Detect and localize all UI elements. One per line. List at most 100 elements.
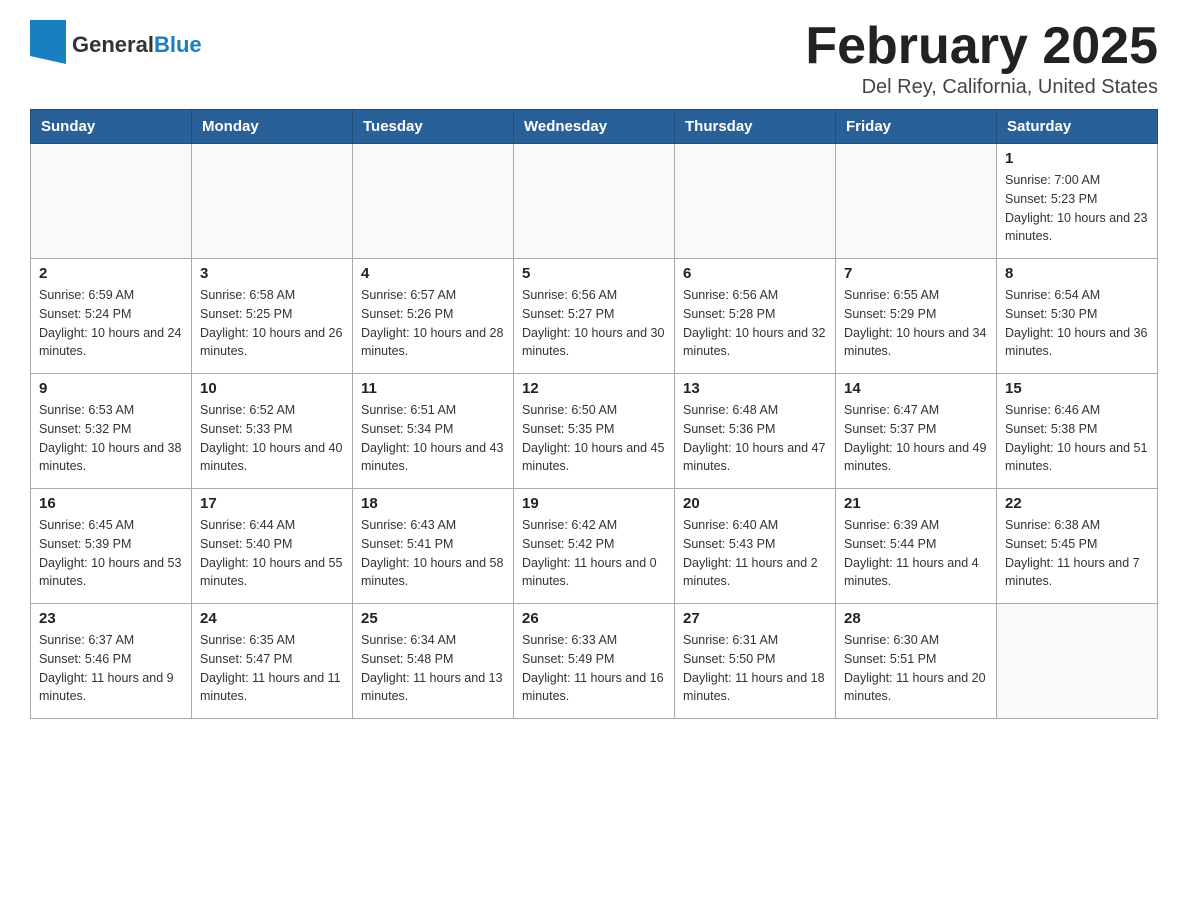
day-info: Sunrise: 6:48 AMSunset: 5:36 PMDaylight:… — [683, 401, 827, 476]
day-number: 27 — [683, 610, 827, 627]
week-row: 16Sunrise: 6:45 AMSunset: 5:39 PMDayligh… — [31, 489, 1158, 604]
day-info: Sunrise: 6:44 AMSunset: 5:40 PMDaylight:… — [200, 516, 344, 591]
calendar-cell: 26 Sunrise: 6:33 AMSunset: 5:49 PMDayligh… — [514, 604, 675, 719]
day-number: 4 — [361, 265, 505, 282]
calendar-cell: 13 Sunrise: 6:48 AMSunset: 5:36 PMDayligh… — [675, 374, 836, 489]
day-number: 22 — [1005, 495, 1149, 512]
calendar-cell: 20Sunrise: 6:40 AMSunset: 5:43 PMDayligh… — [675, 489, 836, 604]
day-info: Sunrise: 6:54 AMSunset: 5:30 PMDaylight:… — [1005, 286, 1149, 361]
day-info: Sunrise: 6:56 AMSunset: 5:28 PMDaylight:… — [683, 286, 827, 361]
calendar-cell: 24 Sunrise: 6:35 AMSunset: 5:47 PMDayligh… — [192, 604, 353, 719]
calendar-cell — [353, 144, 514, 259]
calendar-cell: 8 Sunrise: 6:54 AMSunset: 5:30 PMDaylight… — [997, 259, 1158, 374]
day-info: Sunrise: 6:42 AMSunset: 5:42 PMDaylight:… — [522, 516, 666, 591]
day-number: 26 — [522, 610, 666, 627]
calendar-cell: 27 Sunrise: 6:31 AMSunset: 5:50 PMDayligh… — [675, 604, 836, 719]
day-number: 3 — [200, 265, 344, 282]
day-info: Sunrise: 6:59 AMSunset: 5:24 PMDaylight:… — [39, 286, 183, 361]
calendar-cell: 7 Sunrise: 6:55 AMSunset: 5:29 PMDaylight… — [836, 259, 997, 374]
calendar-cell: 23 Sunrise: 6:37 AMSunset: 5:46 PMDayligh… — [31, 604, 192, 719]
day-info: Sunrise: 6:30 AMSunset: 5:51 PMDaylight:… — [844, 631, 988, 706]
calendar-cell: 1 Sunrise: 7:00 AMSunset: 5:23 PMDaylight… — [997, 144, 1158, 259]
logo-icon — [30, 20, 66, 69]
calendar-cell: 5 Sunrise: 6:56 AMSunset: 5:27 PMDaylight… — [514, 259, 675, 374]
day-of-week-header: Thursday — [675, 110, 836, 144]
day-number: 12 — [522, 380, 666, 397]
day-number: 7 — [844, 265, 988, 282]
calendar-cell: 28 Sunrise: 6:30 AMSunset: 5:51 PMDayligh… — [836, 604, 997, 719]
day-info: Sunrise: 6:56 AMSunset: 5:27 PMDaylight:… — [522, 286, 666, 361]
day-number: 21 — [844, 495, 988, 512]
calendar-cell — [997, 604, 1158, 719]
day-number: 18 — [361, 495, 505, 512]
day-info: Sunrise: 6:52 AMSunset: 5:33 PMDaylight:… — [200, 401, 344, 476]
day-info: Sunrise: 7:00 AMSunset: 5:23 PMDaylight:… — [1005, 171, 1149, 246]
logo-text: GeneralBlue — [72, 32, 202, 58]
calendar-cell: 14 Sunrise: 6:47 AMSunset: 5:37 PMDayligh… — [836, 374, 997, 489]
calendar-cell — [514, 144, 675, 259]
day-number: 1 — [1005, 150, 1149, 167]
day-info: Sunrise: 6:47 AMSunset: 5:37 PMDaylight:… — [844, 401, 988, 476]
day-number: 5 — [522, 265, 666, 282]
day-info: Sunrise: 6:55 AMSunset: 5:29 PMDaylight:… — [844, 286, 988, 361]
calendar-cell: 12Sunrise: 6:50 AMSunset: 5:35 PMDayligh… — [514, 374, 675, 489]
calendar-cell — [31, 144, 192, 259]
logo-general: General — [72, 32, 154, 57]
location-subtitle: Del Rey, California, United States — [805, 76, 1158, 99]
title-block: February 2025 Del Rey, California, Unite… — [805, 20, 1158, 99]
day-number: 19 — [522, 495, 666, 512]
day-number: 13 — [683, 380, 827, 397]
day-info: Sunrise: 6:35 AMSunset: 5:47 PMDaylight:… — [200, 631, 344, 706]
calendar-cell: 11Sunrise: 6:51 AMSunset: 5:34 PMDayligh… — [353, 374, 514, 489]
calendar-cell: 10 Sunrise: 6:52 AMSunset: 5:33 PMDayligh… — [192, 374, 353, 489]
day-number: 28 — [844, 610, 988, 627]
calendar-cell: 25 Sunrise: 6:34 AMSunset: 5:48 PMDayligh… — [353, 604, 514, 719]
day-info: Sunrise: 6:57 AMSunset: 5:26 PMDaylight:… — [361, 286, 505, 361]
calendar-header-row: SundayMondayTuesdayWednesdayThursdayFrid… — [31, 110, 1158, 144]
day-of-week-header: Tuesday — [353, 110, 514, 144]
calendar-cell: 16Sunrise: 6:45 AMSunset: 5:39 PMDayligh… — [31, 489, 192, 604]
day-of-week-header: Saturday — [997, 110, 1158, 144]
logo-blue: Blue — [154, 32, 202, 57]
day-info: Sunrise: 6:53 AMSunset: 5:32 PMDaylight:… — [39, 401, 183, 476]
day-number: 15 — [1005, 380, 1149, 397]
week-row: 9 Sunrise: 6:53 AMSunset: 5:32 PMDaylight… — [31, 374, 1158, 489]
day-of-week-header: Friday — [836, 110, 997, 144]
day-number: 11 — [361, 380, 505, 397]
day-number: 25 — [361, 610, 505, 627]
week-row: 1 Sunrise: 7:00 AMSunset: 5:23 PMDaylight… — [31, 144, 1158, 259]
day-number: 17 — [200, 495, 344, 512]
day-number: 14 — [844, 380, 988, 397]
calendar-cell: 2 Sunrise: 6:59 AMSunset: 5:24 PMDaylight… — [31, 259, 192, 374]
calendar-cell: 22 Sunrise: 6:38 AMSunset: 5:45 PMDayligh… — [997, 489, 1158, 604]
day-info: Sunrise: 6:33 AMSunset: 5:49 PMDaylight:… — [522, 631, 666, 706]
day-info: Sunrise: 6:39 AMSunset: 5:44 PMDaylight:… — [844, 516, 988, 591]
day-of-week-header: Sunday — [31, 110, 192, 144]
calendar-cell: 17 Sunrise: 6:44 AMSunset: 5:40 PMDayligh… — [192, 489, 353, 604]
calendar-cell: 15Sunrise: 6:46 AMSunset: 5:38 PMDayligh… — [997, 374, 1158, 489]
calendar-cell: 19 Sunrise: 6:42 AMSunset: 5:42 PMDayligh… — [514, 489, 675, 604]
calendar-cell: 18 Sunrise: 6:43 AMSunset: 5:41 PMDayligh… — [353, 489, 514, 604]
day-number: 24 — [200, 610, 344, 627]
day-info: Sunrise: 6:34 AMSunset: 5:48 PMDaylight:… — [361, 631, 505, 706]
day-of-week-header: Monday — [192, 110, 353, 144]
logo: GeneralBlue — [30, 20, 202, 69]
day-info: Sunrise: 6:40 AMSunset: 5:43 PMDaylight:… — [683, 516, 827, 591]
day-number: 9 — [39, 380, 183, 397]
day-info: Sunrise: 6:43 AMSunset: 5:41 PMDaylight:… — [361, 516, 505, 591]
day-info: Sunrise: 6:37 AMSunset: 5:46 PMDaylight:… — [39, 631, 183, 706]
calendar-cell — [836, 144, 997, 259]
calendar-cell: 3Sunrise: 6:58 AMSunset: 5:25 PMDaylight… — [192, 259, 353, 374]
day-info: Sunrise: 6:31 AMSunset: 5:50 PMDaylight:… — [683, 631, 827, 706]
day-number: 10 — [200, 380, 344, 397]
calendar-cell: 6Sunrise: 6:56 AMSunset: 5:28 PMDaylight… — [675, 259, 836, 374]
day-number: 8 — [1005, 265, 1149, 282]
day-info: Sunrise: 6:38 AMSunset: 5:45 PMDaylight:… — [1005, 516, 1149, 591]
day-of-week-header: Wednesday — [514, 110, 675, 144]
day-number: 2 — [39, 265, 183, 282]
month-title: February 2025 — [805, 20, 1158, 72]
calendar-cell: 21 Sunrise: 6:39 AMSunset: 5:44 PMDayligh… — [836, 489, 997, 604]
page-header: GeneralBlue February 2025 Del Rey, Calif… — [30, 20, 1158, 99]
day-number: 23 — [39, 610, 183, 627]
week-row: 23 Sunrise: 6:37 AMSunset: 5:46 PMDayligh… — [31, 604, 1158, 719]
